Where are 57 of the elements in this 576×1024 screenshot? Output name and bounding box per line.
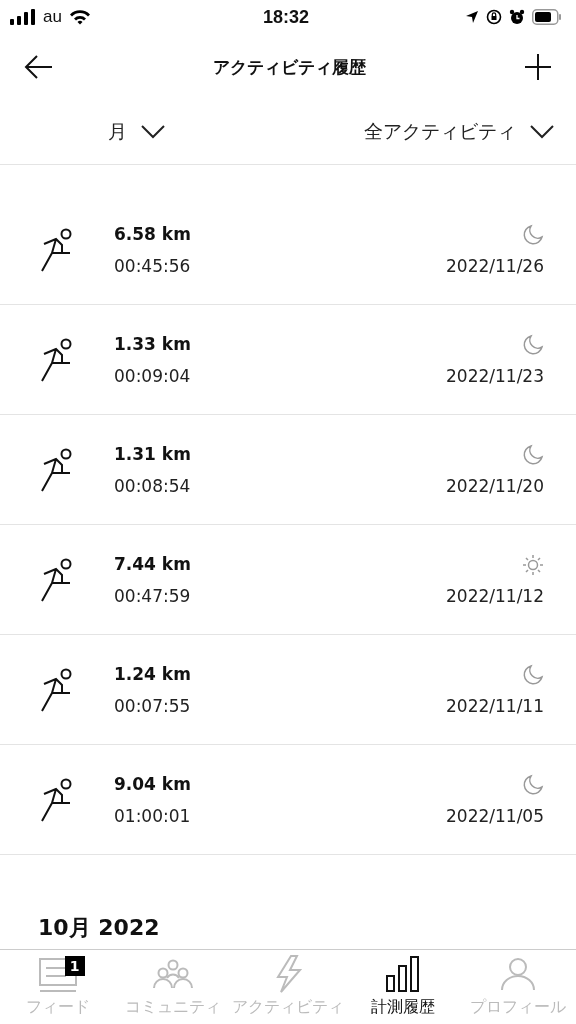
distance-text: 1.31 km [114, 443, 191, 464]
activity-row[interactable]: 7.44 km 00:47:59 2022/11/12 [0, 525, 576, 635]
chevron-down-icon [530, 125, 554, 139]
people-icon [151, 958, 194, 990]
moon-icon [522, 333, 544, 356]
runner-icon [40, 227, 74, 272]
distance-text: 9.04 km [114, 773, 191, 794]
duration-text: 00:08:54 [114, 475, 191, 496]
activity-row[interactable]: 6.58 km 00:45:56 2022/11/26 [0, 195, 576, 305]
notification-badge: 1 [64, 956, 85, 976]
runner-icon [40, 447, 74, 492]
alarm-clock-icon [509, 9, 525, 25]
activity-row[interactable]: 9.04 km 01:00:01 2022/11/05 [0, 745, 576, 855]
activity-row[interactable]: 1.33 km 00:09:04 2022/11/23 [0, 305, 576, 415]
bar-graph-icon [386, 956, 421, 992]
person-icon [500, 957, 537, 991]
chevron-down-icon [141, 125, 165, 139]
duration-text: 00:07:55 [114, 695, 191, 716]
screen-title: アクティビティ履歴 [212, 55, 366, 79]
location-arrow-icon [465, 10, 479, 24]
duration-text: 00:45:56 [114, 255, 191, 276]
carrier-name: au [43, 7, 62, 27]
duration-text: 00:09:04 [114, 365, 191, 386]
date-text: 2022/11/05 [446, 805, 544, 826]
distance-text: 1.33 km [114, 333, 191, 354]
rotation-lock-icon [486, 9, 502, 25]
month-header: 10月 2022 [38, 914, 160, 942]
runner-icon [40, 667, 74, 712]
moon-icon [522, 663, 544, 686]
signal-icon [10, 9, 36, 25]
date-text: 2022/11/12 [446, 585, 544, 606]
duration-text: 01:00:01 [114, 805, 191, 826]
date-text: 2022/11/23 [446, 365, 544, 386]
date-text: 2022/11/26 [446, 255, 544, 276]
distance-text: 1.24 km [114, 663, 191, 684]
distance-text: 7.44 km [114, 553, 191, 574]
runner-icon [40, 777, 74, 822]
wifi-icon [68, 9, 91, 25]
filter-dropdown[interactable]: 全アクティビティ [364, 115, 554, 149]
moon-icon [522, 773, 544, 796]
activity-row[interactable]: 1.24 km 00:07:55 2022/11/11 [0, 635, 576, 745]
battery-icon [532, 9, 562, 25]
tab-bar-item[interactable]: 計測履歴 [345, 950, 461, 1024]
tab-bar-item[interactable]: 1 フィード [0, 950, 116, 1024]
feed-icon [38, 956, 77, 992]
duration-text: 00:47:59 [114, 585, 191, 606]
sun-icon [522, 553, 544, 576]
runner-icon [40, 337, 74, 382]
filter-dropdown[interactable]: 月 [108, 115, 165, 149]
moon-icon [522, 223, 544, 246]
distance-text: 6.58 km [114, 223, 191, 244]
date-text: 2022/11/20 [446, 475, 544, 496]
moon-icon [522, 443, 544, 466]
date-text: 2022/11/11 [446, 695, 544, 716]
activity-row[interactable]: 1.31 km 00:08:54 2022/11/20 [0, 415, 576, 525]
clock-time: 18:32 [262, 6, 309, 28]
runner-icon [40, 557, 74, 602]
